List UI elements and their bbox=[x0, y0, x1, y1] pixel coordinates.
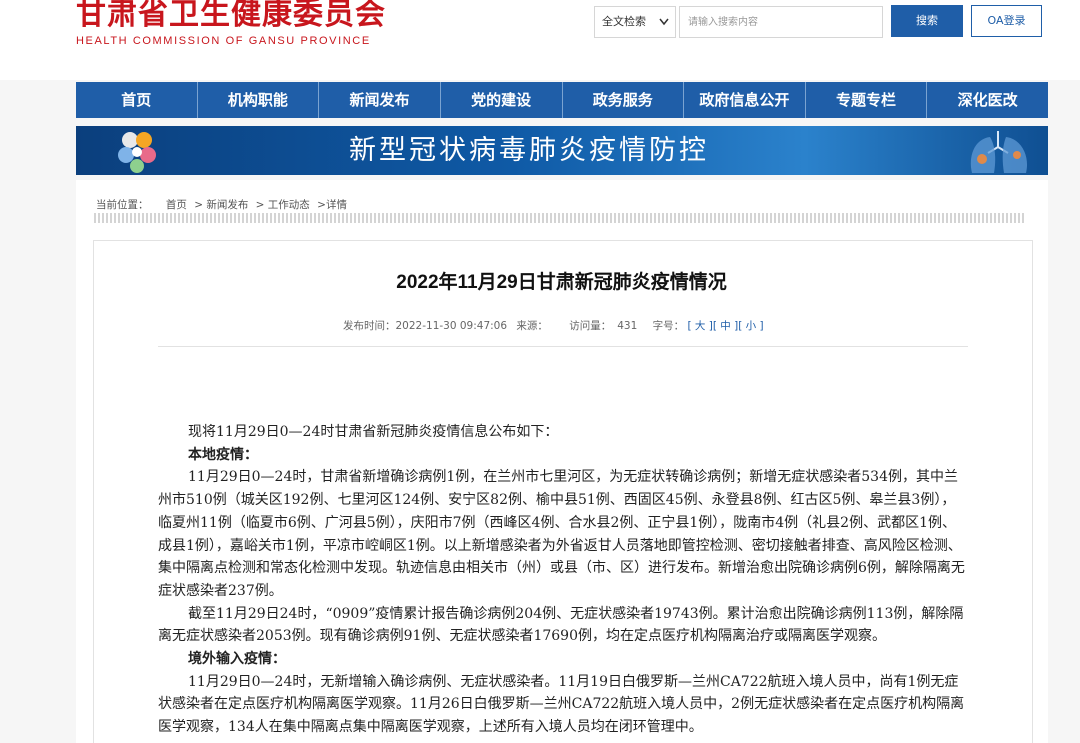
oa-login-button[interactable]: OA登录 bbox=[971, 5, 1042, 37]
nav-item-services[interactable]: 政务服务 bbox=[563, 82, 685, 118]
paragraph-intro: 现将11月29日0—24时甘肃省新冠肺炎疫情信息公布如下： bbox=[188, 424, 559, 440]
publish-time-label: 发布时间： bbox=[343, 320, 396, 332]
logo-chinese-text: 甘肃省卫生健康委员会 bbox=[76, 0, 386, 32]
heading-imported: 境外输入疫情： bbox=[188, 651, 286, 668]
meta-divider bbox=[158, 346, 968, 347]
heading-local: 本地疫情： bbox=[188, 446, 258, 463]
font-size-large[interactable]: [ 大 ] bbox=[687, 320, 712, 332]
header: 甘肃省卫生健康委员会 HEALTH COMMISSION OF GANSU PR… bbox=[0, 0, 1080, 80]
banner-flower-icon bbox=[118, 132, 156, 173]
breadcrumb-item-news[interactable]: > 新闻发布 bbox=[194, 199, 248, 211]
nav-item-party[interactable]: 党的建设 bbox=[441, 82, 563, 118]
banner-lungs-icon bbox=[970, 131, 1028, 173]
breadcrumb-item-home[interactable]: 首页 bbox=[166, 199, 187, 211]
covid-banner[interactable]: 新型冠状病毒肺炎疫情防控 bbox=[76, 126, 1048, 175]
search-scope-select[interactable]: 全文检索 bbox=[594, 6, 676, 38]
main-nav: 首页 机构职能 新闻发布 党的建设 政务服务 政府信息公开 专题专栏 深化医改 bbox=[76, 82, 1048, 118]
nav-item-reform[interactable]: 深化医改 bbox=[927, 82, 1048, 118]
banner-title: 新型冠状病毒肺炎疫情防控 bbox=[349, 135, 709, 166]
font-size-small[interactable]: [ 小 ] bbox=[738, 320, 763, 332]
search-scope-value: 全文检索 bbox=[602, 15, 646, 28]
font-size-label: 字号： bbox=[652, 320, 685, 332]
search-input[interactable] bbox=[679, 6, 883, 38]
source-label: 来源： bbox=[516, 320, 548, 332]
nav-item-topics[interactable]: 专题专栏 bbox=[806, 82, 928, 118]
nav-item-public-info[interactable]: 政府信息公开 bbox=[684, 82, 806, 118]
article-body: 现将11月29日0—24时甘肃省新冠肺炎疫情信息公布如下： 本地疫情： 11月2… bbox=[158, 421, 968, 739]
paragraph-imported: 11月29日0—24时，无新增输入确诊病例、无症状感染者。11月19日白俄罗斯—… bbox=[158, 673, 965, 736]
site-logo[interactable]: 甘肃省卫生健康委员会 HEALTH COMMISSION OF GANSU PR… bbox=[76, 0, 386, 47]
font-size-medium[interactable]: [ 中 ] bbox=[713, 320, 738, 332]
paragraph-cumulative: 截至11月29日24时，“0909”疫情累计报告确诊病例204例、无症状感染者1… bbox=[158, 605, 964, 645]
views-count: 431 bbox=[617, 320, 638, 332]
article-title: 2022年11月29日甘肃新冠肺炎疫情情况 bbox=[396, 272, 727, 293]
views-label: 访问量： bbox=[569, 320, 612, 332]
breadcrumb-item-work[interactable]: > 工作动态 bbox=[256, 199, 310, 211]
publish-time: 2022-11-30 09:47:06 bbox=[395, 320, 508, 332]
nav-item-home[interactable]: 首页 bbox=[76, 82, 198, 118]
chevron-down-icon bbox=[659, 7, 669, 50]
breadcrumb-label: 当前位置： bbox=[96, 199, 149, 211]
breadcrumb: 当前位置： 首页 > 新闻发布 > 工作动态 >详情 bbox=[96, 197, 351, 212]
article-meta: 发布时间：2022-11-30 09:47:06 来源： 访问量： 431 字号：… bbox=[343, 318, 764, 333]
breadcrumb-item-detail: >详情 bbox=[317, 199, 347, 211]
logo-english-text: HEALTH COMMISSION OF GANSU PROVINCE bbox=[76, 35, 371, 47]
search-button[interactable]: 搜索 bbox=[891, 5, 963, 37]
nav-item-functions[interactable]: 机构职能 bbox=[198, 82, 320, 118]
nav-item-news[interactable]: 新闻发布 bbox=[319, 82, 441, 118]
paragraph-local: 11月29日0—24时，甘肃省新增确诊病例1例，在兰州市七里河区，为无症状转确诊… bbox=[158, 469, 965, 599]
breadcrumb-divider bbox=[94, 213, 1024, 223]
